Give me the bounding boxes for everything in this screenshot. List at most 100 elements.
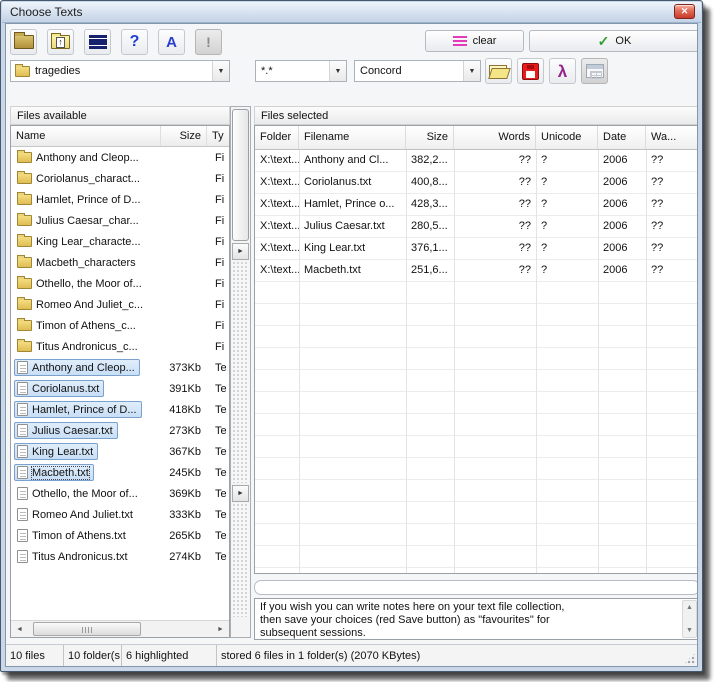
folder-icon [17,299,32,310]
list-item[interactable]: Julius Caesar_char... Fi [11,210,229,231]
close-button[interactable]: ✕ [674,4,695,19]
ok-button-label: OK [615,35,631,47]
folder-combobox-value: tragedies [30,65,212,77]
files-selected-header-bar: Files selected [254,106,698,125]
table-row[interactable]: X:\text...Coriolanus.txt400,8...???2006?… [255,172,698,194]
cell-unicode: ? [536,260,598,282]
save-favourites-button[interactable] [517,58,544,84]
list-item[interactable]: King Lear.txt367KbTe [11,441,229,462]
list-item[interactable]: Hamlet, Prince of D... Fi [11,189,229,210]
table-row[interactable]: X:\text...Anthony and Cl...382,2...???20… [255,150,698,172]
column-header-size[interactable]: Size [161,126,207,146]
list-item[interactable]: Coriolanus.txt391KbTe [11,378,229,399]
open-favourites-button[interactable] [485,58,512,84]
item-type: Fi [207,215,229,227]
horizontal-scrollbar[interactable]: ◄ ► [11,620,229,637]
title-bar[interactable]: Choose Texts [2,2,701,23]
item-type: Fi [207,194,229,206]
move-right-icon[interactable]: ► [232,485,249,502]
table-row[interactable]: X:\text...King Lear.txt376,1...???2006?? [255,238,698,260]
scrollbar-track[interactable] [232,503,249,617]
list-item[interactable]: Anthony and Cleop...Fi [11,147,229,168]
files-available-columns[interactable]: Name Size Ty [11,126,229,147]
list-item[interactable]: Othello, the Moor of...Fi [11,273,229,294]
status-folders-count: 10 folder(s [64,645,122,666]
scrollbar-thumb[interactable] [33,622,141,636]
folder-icon [17,173,32,184]
list-item[interactable]: Anthony and Cleop...373KbTe [11,357,229,378]
clear-button-label: clear [473,35,497,47]
list-item[interactable]: Titus Andronicus.txt274KbTe [11,546,229,567]
view-button[interactable] [84,29,111,55]
filespec-combobox[interactable]: *.* ▼ [255,60,347,82]
chevron-down-icon[interactable]: ▼ [329,61,346,81]
list-item[interactable]: Romeo And Juliet_c...Fi [11,294,229,315]
files-selected-title: Files selected [261,110,328,122]
browse-folders-button[interactable] [10,29,37,55]
cell-filename: King Lear.txt [299,238,406,260]
scroll-right-icon[interactable]: ► [212,621,229,637]
status-bar: 10 files 10 folder(s 6 highlighted store… [6,644,697,666]
files-selected-table[interactable]: FolderFilenameSizeWordsUnicodeDateWa... … [254,125,698,574]
column-header-name[interactable]: Name [11,126,161,146]
item-type: Fi [207,236,229,248]
column-header-type[interactable]: Ty [207,126,229,146]
clear-button[interactable]: clear [425,30,524,52]
column-header-filename[interactable]: Filename [299,126,406,149]
list-item[interactable]: Romeo And Juliet.txt333KbTe [11,504,229,525]
column-header-unicode[interactable]: Unicode [536,126,598,149]
table-row[interactable]: X:\text...Macbeth.txt251,6...???2006?? [255,260,698,282]
column-header-folder[interactable]: Folder [255,126,299,149]
pdf-button[interactable]: λ [549,58,576,84]
font-button[interactable]: A [158,29,185,55]
table-row[interactable]: X:\text...Hamlet, Prince o...428,3...???… [255,194,698,216]
ok-button[interactable]: ✓ OK [529,30,698,52]
move-right-icon[interactable]: ► [232,243,249,260]
tool-combobox[interactable]: Concord ▼ [354,60,481,82]
folder-combobox[interactable]: tragedies ▼ [10,60,230,82]
list-item[interactable]: King Lear_characte...Fi [11,231,229,252]
files-selected-columns[interactable]: FolderFilenameSizeWordsUnicodeDateWa... [255,126,698,150]
notes-scrollbar[interactable]: ▲ ▼ [682,600,697,638]
folder-up-button[interactable]: ↑ [47,29,74,55]
scroll-up-icon[interactable]: ▲ [683,604,696,611]
list-item[interactable]: Timon of Athens_c...Fi [11,315,229,336]
list-vertical-scrollbar[interactable]: ► ► [230,106,251,638]
cell-filename: Hamlet, Prince o... [299,194,406,216]
files-selected-rows: X:\text...Anthony and Cl...382,2...???20… [255,150,698,573]
help-button[interactable]: ? [121,29,148,55]
list-item[interactable]: Julius Caesar.txt273KbTe [11,420,229,441]
scrollbar-thumb[interactable] [232,109,249,241]
cell-folder: X:\text... [255,150,299,172]
scroll-down-icon[interactable]: ▼ [683,627,696,634]
save-icon [522,63,539,80]
column-header-size[interactable]: Size [406,126,454,149]
list-item[interactable]: Macbeth.txt245KbTe [11,462,229,483]
chevron-down-icon[interactable]: ▼ [463,61,480,81]
item-name: Julius Caesar_char... [36,215,139,227]
note-entry-field[interactable] [254,580,698,595]
item-name: Romeo And Juliet.txt [32,509,133,521]
column-header-words[interactable]: Words [454,126,536,149]
cell-size: 382,2... [406,150,454,172]
scroll-left-icon[interactable]: ◄ [11,621,28,637]
chevron-down-icon[interactable]: ▼ [212,61,229,81]
list-item[interactable]: Othello, the Moor of...369KbTe [11,483,229,504]
notes-input[interactable]: If you wish you can write notes here on … [254,598,698,640]
list-item[interactable]: Macbeth_charactersFi [11,252,229,273]
scrollbar-track[interactable] [232,261,249,483]
item-name: Hamlet, Prince of D... [36,194,141,206]
item-type: Fi [207,173,229,185]
cell-date: 2006 [598,260,646,282]
files-available-list[interactable]: Name Size Ty Anthony and Cleop...FiCorio… [10,125,230,638]
list-item[interactable]: Titus Andronicus_c...Fi [11,336,229,357]
list-item[interactable]: Hamlet, Prince of D...418KbTe [11,399,229,420]
cell-date: 2006 [598,216,646,238]
column-header-wa[interactable]: Wa... [646,126,698,149]
list-item[interactable]: Timon of Athens.txt265KbTe [11,525,229,546]
table-row[interactable]: X:\text...Julius Caesar.txt280,5...???20… [255,216,698,238]
folder-icon [17,236,32,247]
exclamation-icon: ! [206,34,211,50]
list-item[interactable]: Coriolanus_charact...Fi [11,168,229,189]
column-header-date[interactable]: Date [598,126,646,149]
